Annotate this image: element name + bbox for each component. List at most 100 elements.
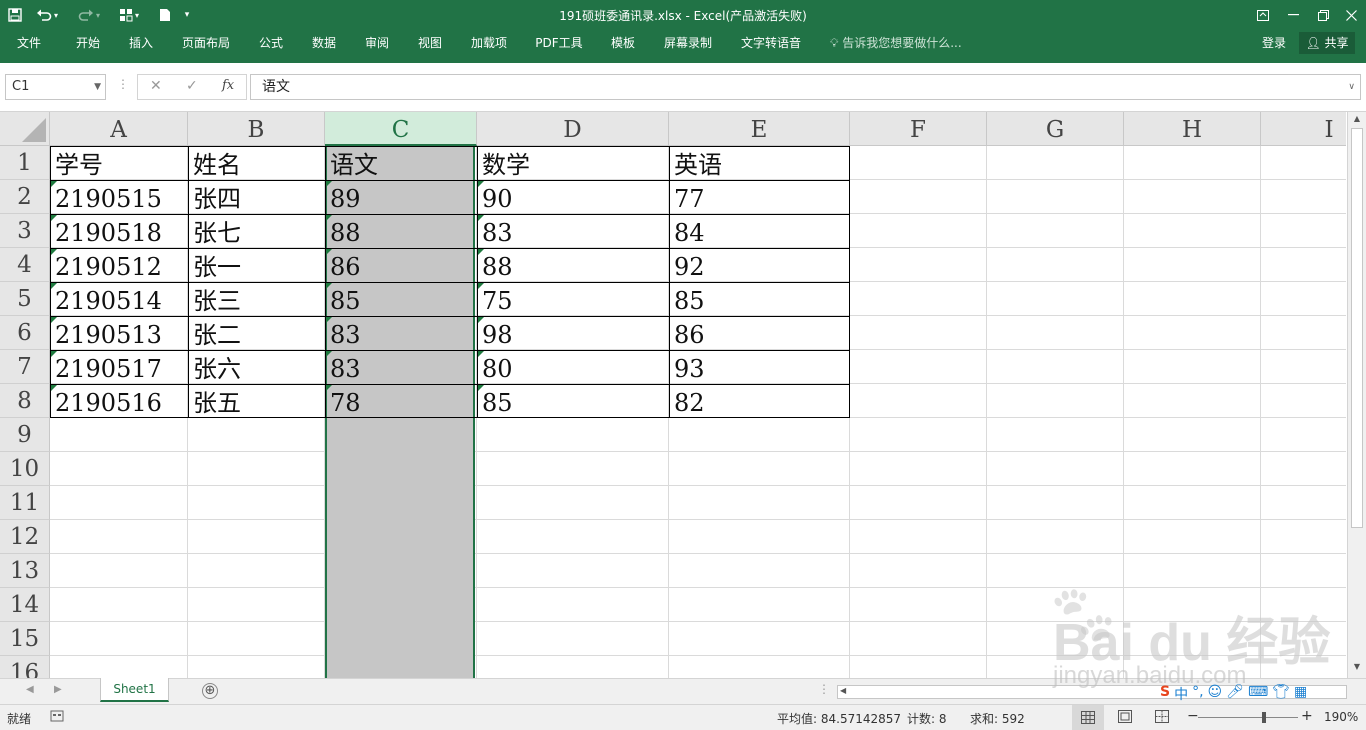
cell-a4[interactable]: 2190512 xyxy=(50,248,188,282)
cell-d5[interactable]: 75 xyxy=(477,282,669,316)
new-sheet-icon[interactable]: ⊕ xyxy=(202,683,218,699)
zoom-slider-knob[interactable] xyxy=(1262,712,1266,723)
row-header-12[interactable]: 12 xyxy=(0,520,50,554)
cancel-icon[interactable]: ✕ xyxy=(150,78,162,94)
expand-formula-icon[interactable]: ∨ xyxy=(1348,75,1355,99)
ime-toolbar[interactable]: S 中 °, ☺ 🎤︎ ⌨ 👕︎ ▦ xyxy=(1160,684,1307,706)
tab-data[interactable]: 数据 xyxy=(301,30,347,56)
close-icon[interactable] xyxy=(1336,0,1366,30)
select-all-button[interactable] xyxy=(0,112,50,146)
scroll-left-icon[interactable]: ◀ xyxy=(840,686,846,695)
cell-d7[interactable]: 80 xyxy=(477,350,669,384)
ribbon-display-icon[interactable] xyxy=(1248,0,1278,30)
cell-e3[interactable]: 84 xyxy=(669,214,850,248)
next-sheet-icon[interactable]: ▶ xyxy=(54,684,62,695)
cell-c5[interactable]: 85 xyxy=(325,282,477,316)
tab-formulas[interactable]: 公式 xyxy=(248,30,294,56)
macro-record-icon[interactable] xyxy=(50,709,64,726)
cell-b4[interactable]: 张一 xyxy=(188,248,325,282)
insert-function-icon[interactable]: fx xyxy=(222,78,234,93)
cell-b7[interactable]: 张六 xyxy=(188,350,325,384)
zoom-out-icon[interactable]: − xyxy=(1187,708,1199,724)
tab-add-ins[interactable]: 加载项 xyxy=(461,30,517,56)
scroll-thumb[interactable] xyxy=(1351,128,1363,528)
worksheet-grid[interactable]: ABCDEFGHI 1 2 3 4 5 6 7 8 9 10 11 12 13 14 15 16 学号 姓名 语文… xyxy=(0,112,1346,678)
cell-d6[interactable]: 98 xyxy=(477,316,669,350)
row-header-14[interactable]: 14 xyxy=(0,588,50,622)
row-header-11[interactable]: 11 xyxy=(0,486,50,520)
tab-templates[interactable]: 模板 xyxy=(600,30,646,56)
cell-b3[interactable]: 张七 xyxy=(188,214,325,248)
cell-a6[interactable]: 2190513 xyxy=(50,316,188,350)
cell-a1[interactable]: 学号 xyxy=(50,146,188,180)
cell-b1[interactable]: 姓名 xyxy=(188,146,325,180)
tab-pdf-tools[interactable]: PDF工具 xyxy=(528,30,590,56)
chinese-mode-icon[interactable]: 中 xyxy=(1174,684,1188,706)
tab-screen-record[interactable]: 屏幕录制 xyxy=(655,30,721,56)
tell-me-box[interactable]: 💡︎ 告诉我您想要做什么... xyxy=(830,30,962,56)
cell-e8[interactable]: 82 xyxy=(669,384,850,418)
cell-a7[interactable]: 2190517 xyxy=(50,350,188,384)
keyboard-icon[interactable]: ⌨ xyxy=(1248,684,1268,706)
cell-b6[interactable]: 张二 xyxy=(188,316,325,350)
prev-sheet-icon[interactable]: ◀ xyxy=(26,684,34,695)
tab-view[interactable]: 视图 xyxy=(407,30,453,56)
cell-c7[interactable]: 83 xyxy=(325,350,477,384)
normal-view-icon[interactable] xyxy=(1072,705,1104,730)
column-header-f[interactable]: F xyxy=(850,112,987,146)
row-header-10[interactable]: 10 xyxy=(0,452,50,486)
row-header-5[interactable]: 5 xyxy=(0,282,50,316)
zoom-level[interactable]: 190% xyxy=(1324,710,1358,724)
cell-d2[interactable]: 90 xyxy=(477,180,669,214)
chevron-down-icon[interactable]: ▼ xyxy=(94,75,101,99)
zoom-in-icon[interactable]: + xyxy=(1301,708,1313,724)
name-box[interactable]: C1 ▼ xyxy=(5,74,106,100)
column-header-a[interactable]: A xyxy=(50,112,188,146)
scroll-up-icon[interactable]: ▲ xyxy=(1350,114,1364,128)
cell-a3[interactable]: 2190518 xyxy=(50,214,188,248)
cell-c4[interactable]: 86 xyxy=(325,248,477,282)
cell-b2[interactable]: 张四 xyxy=(188,180,325,214)
column-header-h[interactable]: H xyxy=(1124,112,1261,146)
emoji-icon[interactable]: ☺ xyxy=(1208,684,1223,706)
tab-text-to-speech[interactable]: 文字转语音 xyxy=(731,30,811,56)
column-header-e[interactable]: E xyxy=(669,112,850,146)
row-header-9[interactable]: 9 xyxy=(0,418,50,452)
row-header-8[interactable]: 8 xyxy=(0,384,50,418)
cell-d1[interactable]: 数学 xyxy=(477,146,669,180)
row-header-3[interactable]: 3 xyxy=(0,214,50,248)
cell-e2[interactable]: 77 xyxy=(669,180,850,214)
splitter-handle[interactable]: ⋮ xyxy=(117,77,129,91)
skin-icon[interactable]: 👕︎ xyxy=(1272,684,1290,706)
sogou-icon[interactable]: S xyxy=(1160,684,1170,706)
splitter-dots[interactable]: ⋮ xyxy=(818,682,830,696)
cell-a5[interactable]: 2190514 xyxy=(50,282,188,316)
cell-d3[interactable]: 83 xyxy=(477,214,669,248)
row-header-6[interactable]: 6 xyxy=(0,316,50,350)
row-header-16[interactable]: 16 xyxy=(0,656,50,678)
column-header-i[interactable]: I xyxy=(1261,112,1346,146)
minimize-icon[interactable] xyxy=(1278,0,1308,30)
column-header-d[interactable]: D xyxy=(477,112,669,146)
row-header-1[interactable]: 1 xyxy=(0,146,50,180)
cell-e7[interactable]: 93 xyxy=(669,350,850,384)
punctuation-icon[interactable]: °, xyxy=(1192,684,1203,706)
tab-review[interactable]: 审阅 xyxy=(354,30,400,56)
cell-e5[interactable]: 85 xyxy=(669,282,850,316)
tab-insert[interactable]: 插入 xyxy=(118,30,164,56)
column-header-c[interactable]: C xyxy=(325,112,477,146)
row-header-4[interactable]: 4 xyxy=(0,248,50,282)
row-header-7[interactable]: 7 xyxy=(0,350,50,384)
share-button[interactable]: 👤︎ 共享 xyxy=(1299,32,1355,54)
vertical-scrollbar[interactable]: ▲ ▼ xyxy=(1347,112,1366,678)
formula-input[interactable]: 语文 ∨ xyxy=(250,74,1361,100)
enter-icon[interactable]: ✓ xyxy=(186,78,198,94)
row-header-13[interactable]: 13 xyxy=(0,554,50,588)
cell-c2[interactable]: 89 xyxy=(325,180,477,214)
toolbox-icon[interactable]: ▦ xyxy=(1294,684,1307,706)
tab-page-layout[interactable]: 页面布局 xyxy=(173,30,239,56)
column-header-g[interactable]: G xyxy=(987,112,1124,146)
page-break-view-icon[interactable] xyxy=(1155,710,1169,726)
tab-home[interactable]: 开始 xyxy=(65,30,111,56)
zoom-slider[interactable] xyxy=(1198,717,1298,718)
